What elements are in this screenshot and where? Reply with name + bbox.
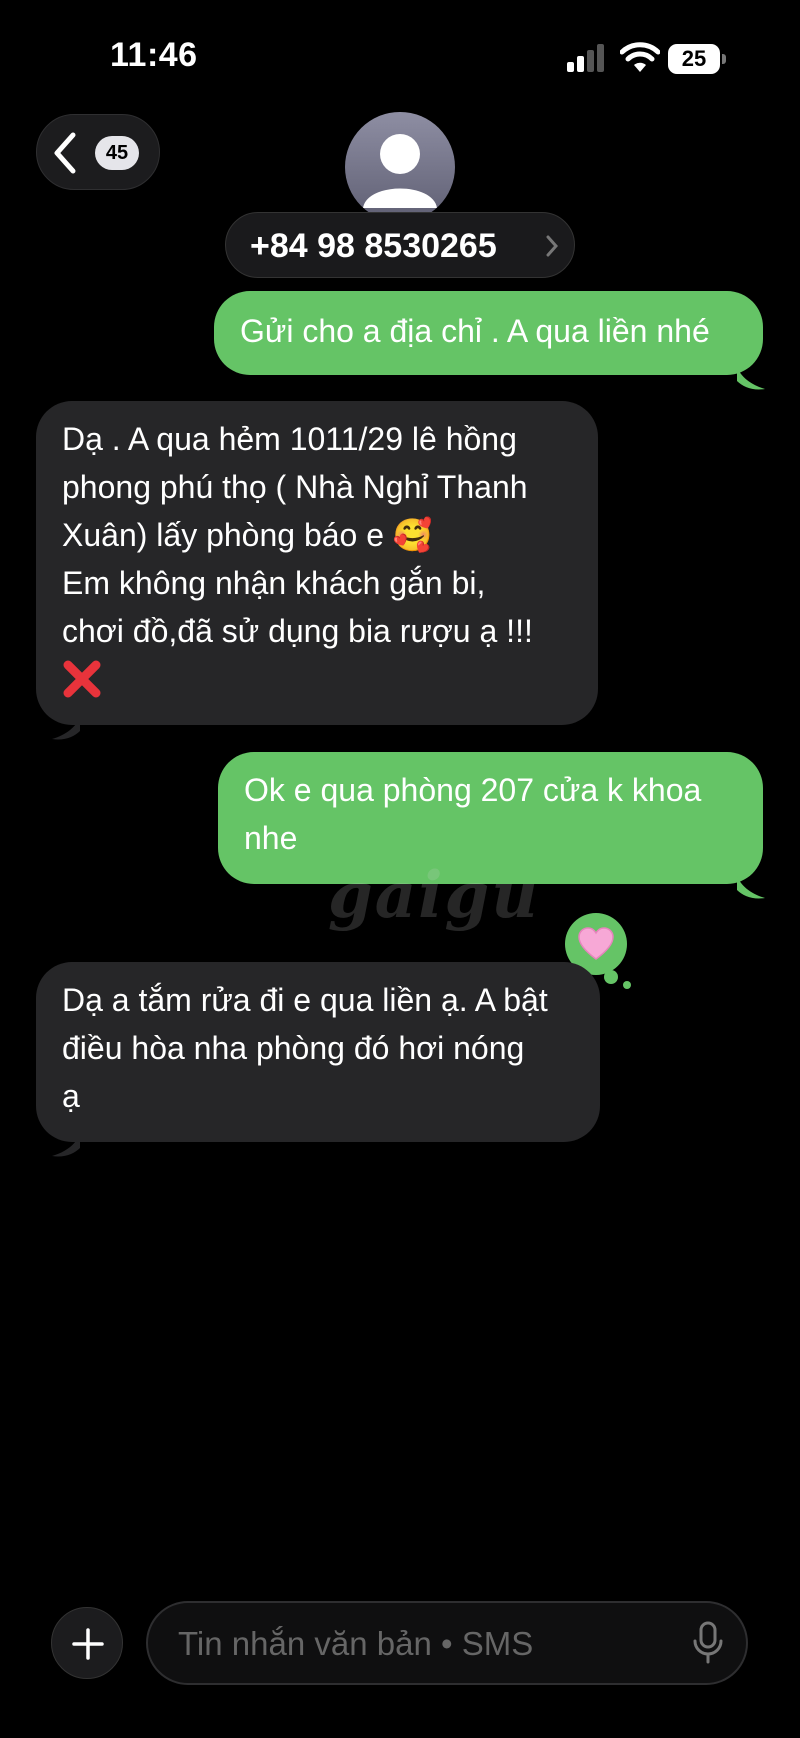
contact-number: +84 98 8530265	[250, 227, 497, 265]
message-text: Dạ a tắm rửa đi e qua liền ạ. A bật	[62, 982, 548, 1018]
message-text: Em không nhận khách gắn bi,	[62, 565, 486, 601]
tapback-dot	[623, 981, 631, 989]
message-text: điều hòa nha phòng đó hơi nóng	[62, 1030, 525, 1066]
sent-bubble-tail	[737, 876, 765, 899]
contact-name-button[interactable]: +84 98 8530265	[225, 212, 575, 278]
message-text: phong phú thọ ( Nhà Nghỉ Thanh	[62, 469, 528, 505]
status-bar: 11:46 25	[0, 0, 800, 110]
microphone-icon[interactable]	[692, 1621, 724, 1665]
sent-bubble-tail	[737, 367, 765, 390]
received-message-bubble[interactable]: Dạ . A qua hẻm 1011/29 lê hồng phong phú…	[36, 401, 598, 725]
wifi-icon	[620, 42, 660, 72]
unread-count-badge: 45	[95, 136, 139, 170]
message-text: Gửi cho a địa chỉ . A qua liền nhé	[240, 313, 710, 349]
sent-message-bubble[interactable]: Gửi cho a địa chỉ . A qua liền nhé	[214, 291, 763, 375]
message-text: chơi đồ,đã sử dụng bia rượu ạ !!!	[62, 613, 533, 649]
plus-icon	[72, 1628, 104, 1660]
watermark: gaigu	[328, 858, 540, 933]
received-message-bubble[interactable]: Dạ a tắm rửa đi e qua liền ạ. A bật điều…	[36, 962, 600, 1142]
add-attachment-button[interactable]	[51, 1607, 123, 1679]
chevron-right-icon	[546, 235, 558, 257]
contact-avatar[interactable]	[345, 112, 455, 222]
pink-heart-icon	[578, 927, 614, 960]
battery-icon: 25	[668, 44, 728, 74]
person-icon	[363, 134, 437, 208]
message-input[interactable]	[176, 1621, 660, 1667]
red-cross-icon	[63, 660, 101, 698]
status-time: 11:46	[110, 36, 198, 74]
message-text: Ok e qua phòng 207 cửa k khoa	[244, 772, 702, 808]
message-text: Xuân) lấy phòng báo e 🥰	[62, 517, 433, 553]
chevron-left-icon	[54, 132, 76, 174]
back-button[interactable]: 45	[36, 114, 160, 190]
received-bubble-tail	[52, 1134, 80, 1157]
battery-level: 25	[668, 44, 720, 74]
message-input-container[interactable]	[146, 1601, 748, 1685]
message-text: Dạ . A qua hẻm 1011/29 lê hồng	[62, 421, 517, 457]
message-text: ạ	[62, 1078, 80, 1114]
received-bubble-tail	[52, 717, 80, 740]
battery-tip	[722, 54, 726, 64]
cellular-signal-icon	[567, 44, 604, 72]
tapback-dot	[604, 970, 618, 984]
message-text: nhe	[244, 820, 298, 856]
